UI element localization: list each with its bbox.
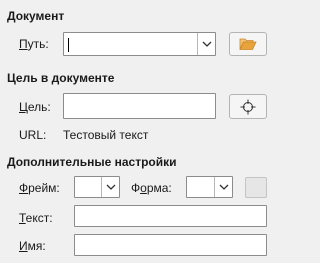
path-label: Путь: — [19, 37, 49, 51]
text-cursor — [68, 38, 69, 52]
form-dropdown-button[interactable] — [214, 177, 232, 197]
events-button[interactable] — [245, 177, 267, 198]
target-section-title: Цель в документе — [7, 71, 115, 85]
url-label: URL: — [19, 128, 47, 142]
path-dropdown-button[interactable] — [197, 33, 215, 55]
name-input[interactable] — [74, 234, 267, 256]
chevron-down-icon — [219, 184, 228, 190]
form-combobox[interactable] — [186, 176, 233, 198]
path-combobox[interactable] — [63, 32, 216, 56]
url-value: Тестовый текст — [63, 128, 149, 142]
chevron-down-icon — [202, 41, 211, 47]
crosshair-icon — [240, 99, 256, 114]
frame-dropdown-button[interactable] — [101, 177, 119, 197]
additional-section-title: Дополнительные настройки — [7, 155, 177, 169]
name-label: Имя: — [19, 239, 46, 253]
text-input[interactable] — [74, 205, 267, 227]
folder-open-icon — [239, 38, 257, 50]
frame-label: Фрейм: — [19, 181, 60, 195]
target-label: Цель: — [19, 100, 51, 114]
document-section-title: Документ — [7, 9, 65, 23]
text-label: Текст: — [19, 211, 53, 225]
chevron-down-icon — [106, 184, 115, 190]
target-input[interactable] — [63, 93, 216, 119]
form-label: Форма: — [131, 181, 172, 195]
open-file-button[interactable] — [229, 32, 267, 56]
frame-combobox[interactable] — [74, 176, 120, 198]
target-in-document-button[interactable] — [229, 94, 267, 119]
